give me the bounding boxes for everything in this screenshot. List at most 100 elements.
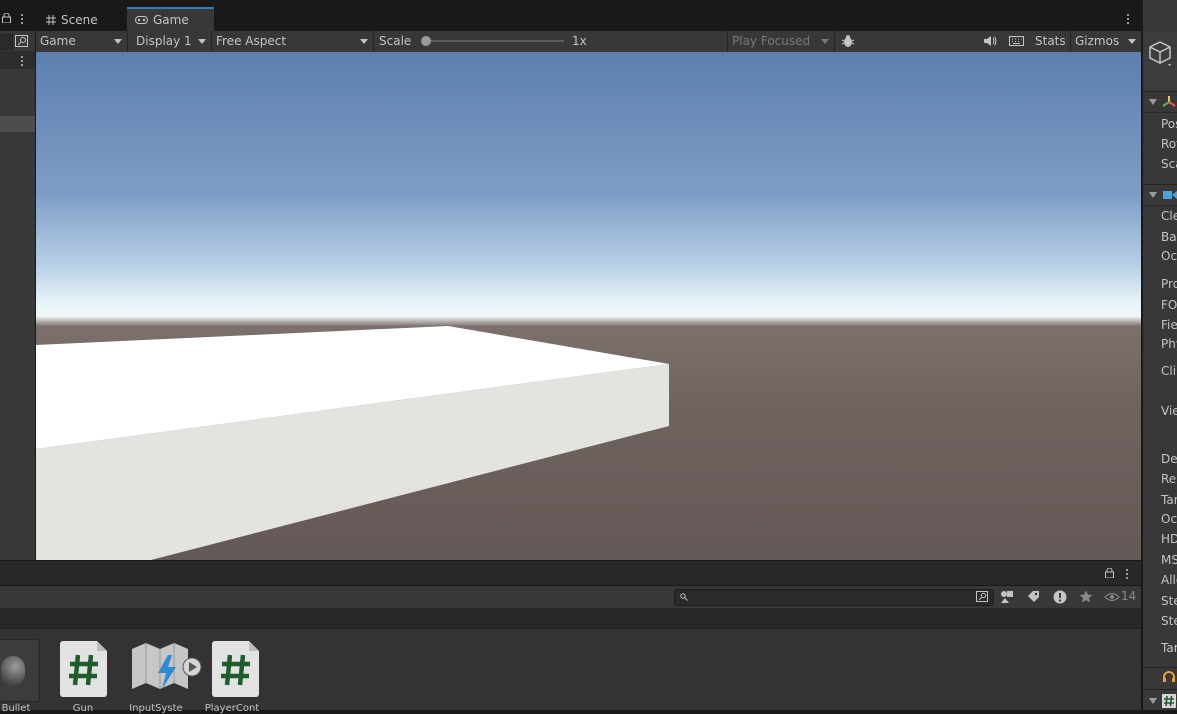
script-icon <box>1162 694 1176 708</box>
camera-component-header[interactable] <box>1143 184 1177 206</box>
foldout-arrow-icon <box>1149 192 1157 198</box>
inspector-panel: Pos Rot Sca Cle Bac Oc Pro FO Fie Phy Clip Vie De Ren… <box>1142 0 1177 710</box>
hidden-packages-count: 14 <box>1121 589 1137 603</box>
csharp-script-icon <box>60 641 107 697</box>
project-menu-icon[interactable] <box>1123 569 1131 579</box>
inspector-property-label: Cle <box>1161 209 1177 223</box>
game-view-render[interactable] <box>36 52 1141 560</box>
lock-icon[interactable] <box>1105 568 1114 578</box>
scene-row-menu-icon[interactable] <box>18 56 26 66</box>
hierarchy-search-field[interactable] <box>0 34 13 50</box>
foldout-arrow-icon <box>1149 99 1157 105</box>
view-mode-label: Game <box>40 34 76 48</box>
scene-geometry <box>36 326 669 560</box>
inspector-property-label: Oc <box>1161 249 1177 263</box>
tab-scene-label: Scene <box>61 12 98 27</box>
inspector-property-label: Bac <box>1161 230 1177 244</box>
editor-tab-strip: Scene Game In <box>0 0 1177 31</box>
chevron-down-icon <box>198 39 206 44</box>
audio-mute-icon[interactable] <box>983 35 997 47</box>
aspect-label: Free Aspect <box>216 34 287 48</box>
asset-tile-bullet[interactable] <box>0 639 40 702</box>
inspector-property-label: Fie <box>1161 318 1177 332</box>
game-view-toolbar: Game Display 1 Free Aspect Scale 1x Play… <box>36 31 1141 53</box>
inspector-property-label: Oc <box>1161 512 1177 526</box>
aspect-dropdown[interactable]: Free Aspect <box>212 31 374 51</box>
inspector-property-label: Rot <box>1161 137 1177 151</box>
asset-label-bullet: Bullet <box>1 703 31 714</box>
tab-game[interactable]: Game <box>127 7 214 31</box>
gizmos-dropdown[interactable]: Gizmos <box>1070 31 1141 51</box>
camera-icon <box>1163 190 1177 200</box>
stats-button[interactable]: Stats <box>1035 34 1066 48</box>
warning-filter-icon[interactable] <box>1053 590 1067 604</box>
asset-tile-input-system[interactable] <box>130 643 202 701</box>
search-scope-icon[interactable] <box>976 591 989 603</box>
bug-icon[interactable] <box>841 34 855 48</box>
inspector-property-label: Ren <box>1161 472 1177 486</box>
chevron-down-icon <box>114 39 122 44</box>
transform-component-header[interactable] <box>1143 92 1177 113</box>
gameobject-cube-icon <box>1149 41 1173 67</box>
gizmos-label: Gizmos <box>1075 34 1120 48</box>
csharp-script-icon <box>212 641 259 697</box>
inspector-property-label: Phy <box>1161 337 1177 351</box>
tab-game-label: Game <box>153 13 189 27</box>
hidden-packages-eye-icon[interactable] <box>1104 592 1120 602</box>
audio-listener-header[interactable] <box>1143 667 1177 688</box>
inspector-property-label: Pro <box>1161 277 1177 291</box>
game-view-menu-icon[interactable] <box>1124 14 1132 24</box>
asset-label-player-controller: PlayerCont <box>204 703 260 714</box>
keyboard-icon[interactable] <box>1009 36 1024 46</box>
display-dropdown[interactable]: Display 1 <box>132 31 212 51</box>
asset-tile-player-controller[interactable] <box>210 641 260 701</box>
material-preview-icon <box>0 639 40 702</box>
hierarchy-panel <box>0 31 36 560</box>
hierarchy-scene-row[interactable] <box>0 51 35 69</box>
inspector-property-label: HD <box>1161 532 1177 546</box>
scale-value: 1x <box>572 34 587 48</box>
input-actions-icon <box>132 643 202 695</box>
inspector-property-label: Sca <box>1161 157 1177 171</box>
view-mode-dropdown[interactable]: Game <box>36 31 128 51</box>
scale-slider-track[interactable] <box>422 40 564 42</box>
search-scope-icon[interactable] <box>15 35 29 48</box>
filter-by-label-icon[interactable] <box>1027 590 1040 603</box>
inspector-property-label: Allo <box>1161 573 1177 587</box>
foldout-arrow-icon <box>1149 698 1157 704</box>
chevron-down-icon <box>360 39 368 44</box>
inspector-property-label: Clip <box>1161 364 1177 378</box>
filter-by-type-icon[interactable] <box>1000 590 1014 604</box>
inspector-property-label: Ste <box>1161 594 1177 608</box>
project-breadcrumb-bar <box>0 608 1141 629</box>
inspector-header <box>1143 31 1177 92</box>
headphones-icon <box>1162 671 1176 683</box>
project-window-header <box>0 561 1141 586</box>
favorite-star-icon[interactable] <box>1079 590 1093 603</box>
inspector-property-label: MS <box>1161 553 1177 567</box>
hierarchy-menu-icon[interactable] <box>18 14 26 24</box>
inspector-property-label: FO <box>1161 298 1177 312</box>
project-search-input[interactable] <box>674 589 994 606</box>
inspector-property-label: De <box>1161 452 1177 466</box>
scale-control: Scale 1x <box>374 31 726 51</box>
script-component-header[interactable] <box>1143 689 1177 711</box>
scale-label: Scale <box>379 34 412 48</box>
inspector-property-label: Ste <box>1161 614 1177 628</box>
lock-icon[interactable] <box>2 13 11 23</box>
asset-tile-gun[interactable] <box>58 641 108 701</box>
display-label: Display 1 <box>136 34 192 48</box>
asset-label-input-system: InputSyste <box>129 703 183 714</box>
chevron-down-icon <box>821 39 829 44</box>
play-mode-dropdown[interactable]: Play Focused <box>727 31 835 51</box>
gamepad-icon <box>135 16 148 24</box>
grid-icon <box>46 14 56 25</box>
inspector-property-label: Tar <box>1161 641 1177 655</box>
hierarchy-selected-row[interactable] <box>0 116 35 132</box>
project-toolbar: 14 <box>0 586 1141 609</box>
inspector-property-label: Vie <box>1161 404 1177 418</box>
tab-scene[interactable]: Scene <box>38 8 106 31</box>
scale-slider-thumb[interactable] <box>421 36 431 46</box>
transform-icon <box>1162 95 1176 109</box>
project-assets-grid: Bullet Gun InputSyste PlayerCont <box>0 629 1141 714</box>
